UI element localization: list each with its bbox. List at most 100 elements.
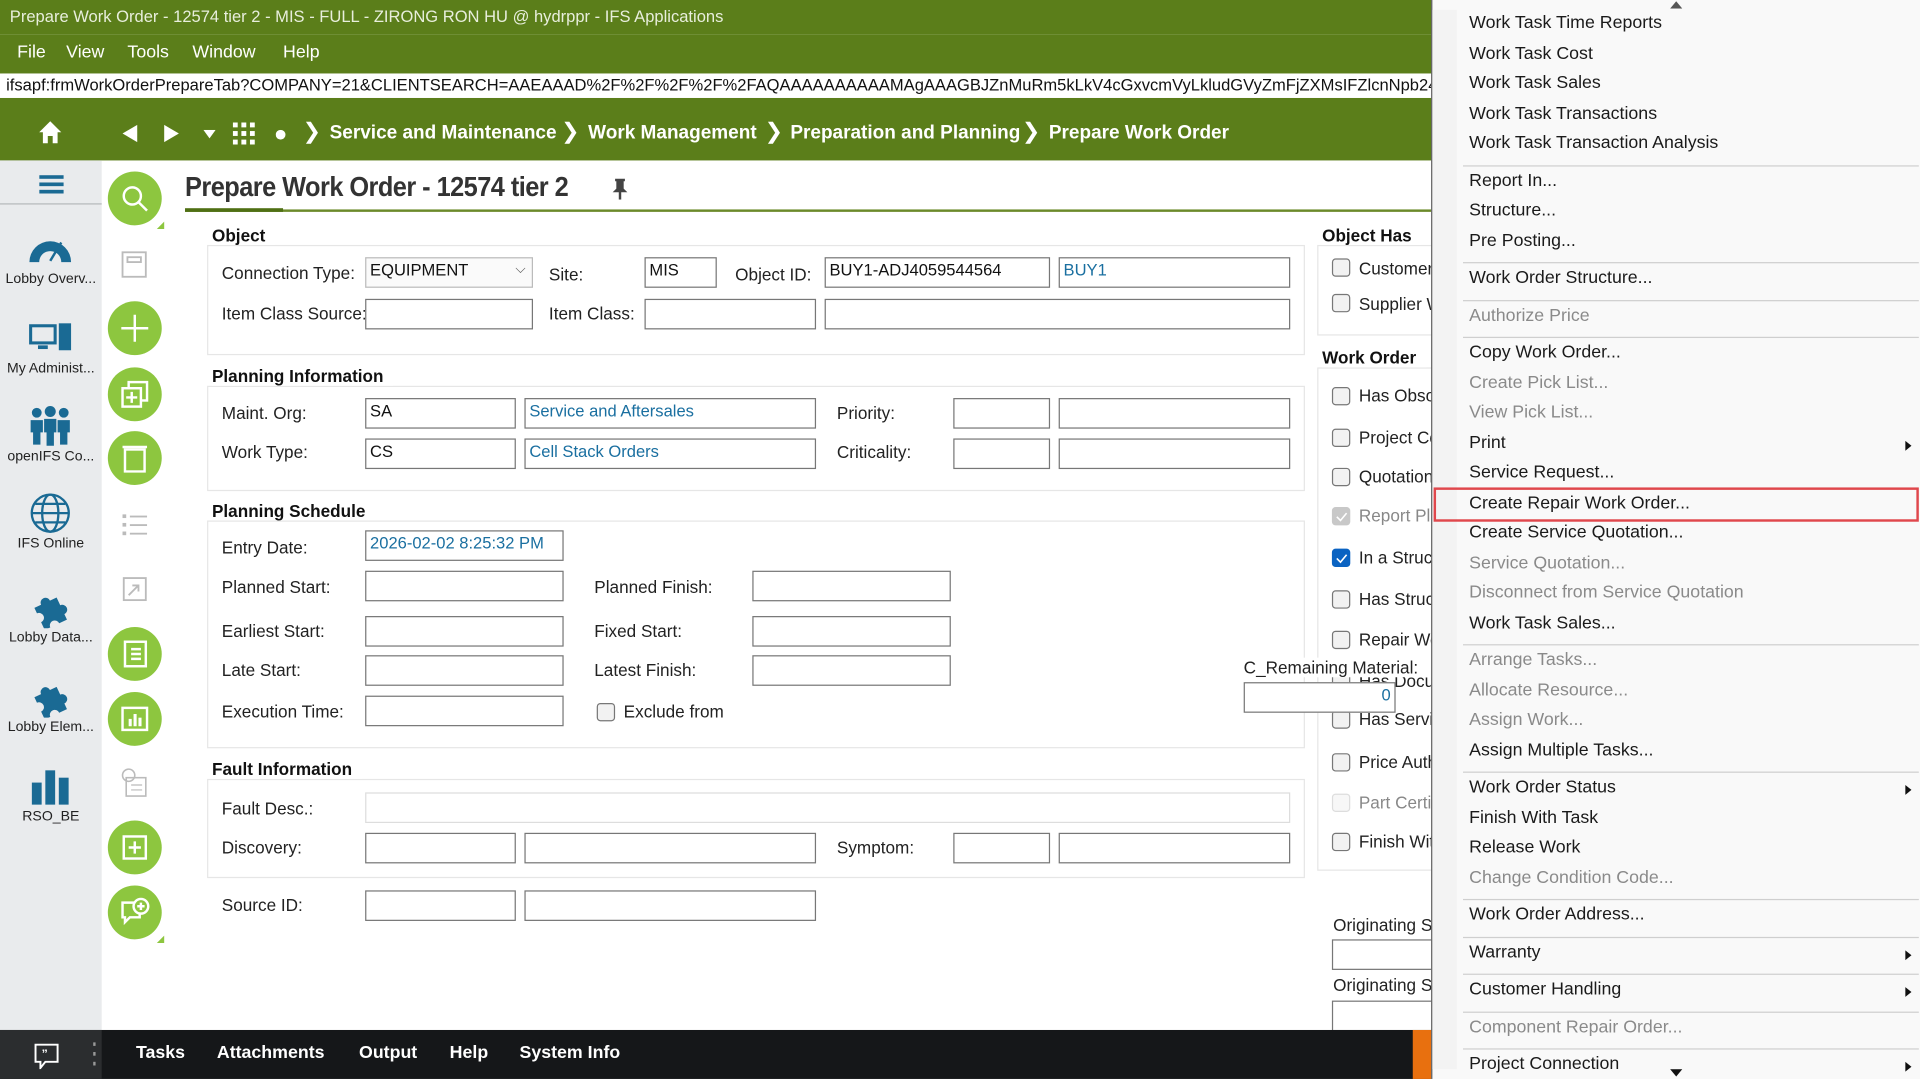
list-icon[interactable] (120, 509, 149, 538)
site-input[interactable]: MIS (644, 257, 717, 288)
details-button[interactable] (107, 627, 162, 681)
scroll-down-icon[interactable] (1670, 1069, 1683, 1077)
planned-finish-input[interactable] (752, 570, 951, 602)
criticality-input[interactable] (953, 438, 1051, 470)
drag-handle-icon[interactable] (93, 1042, 98, 1066)
maint-org-input[interactable]: SA (365, 398, 516, 429)
work-order-checkbox[interactable] (1331, 428, 1351, 448)
sidebar-item-my-administration[interactable]: My Administ... (0, 317, 102, 376)
home-icon[interactable] (38, 120, 63, 144)
planned-start-input[interactable] (365, 570, 564, 602)
breadcrumb-service-and-maintenance[interactable]: Service and Maintenance (330, 122, 557, 144)
menu-item-work-task-time-reports[interactable]: Work Task Time Reports (1469, 13, 1662, 33)
symptom-input[interactable] (953, 832, 1051, 864)
originating-input-1[interactable] (1331, 939, 1443, 970)
chat-icon[interactable]: ” (33, 1042, 60, 1070)
source-id-description-field[interactable] (524, 890, 817, 921)
add-comment-button[interactable] (107, 885, 162, 940)
work-order-checkbox[interactable] (1331, 753, 1351, 772)
menu-help[interactable]: Help (283, 43, 320, 63)
menu-item-structure[interactable]: Structure... (1469, 201, 1556, 221)
discovery-description-field[interactable] (524, 832, 817, 864)
info-document-icon[interactable] (120, 768, 149, 797)
discovery-input[interactable] (365, 832, 516, 864)
tab-tasks[interactable]: Tasks (136, 1043, 185, 1063)
breadcrumb-preparation-and-planning[interactable]: Preparation and Planning (790, 122, 1020, 144)
menu-window[interactable]: Window (192, 43, 255, 63)
sidebar-item-ifs-online[interactable]: IFS Online (0, 492, 102, 551)
menu-item-service-request[interactable]: Service Request... (1469, 463, 1614, 483)
tab-output[interactable]: Output (359, 1043, 417, 1063)
menu-view[interactable]: View (66, 43, 104, 63)
sidebar-item-lobby-data[interactable]: Lobby Data... (0, 587, 102, 645)
sidebar-item-lobby-overview[interactable]: Lobby Overv... (0, 228, 102, 287)
duplicate-button[interactable] (107, 367, 162, 422)
work-order-checkbox[interactable] (1331, 832, 1351, 852)
sidebar-item-rso-be[interactable]: RSO_BE (0, 765, 102, 824)
tab-attachments[interactable]: Attachments (217, 1043, 325, 1063)
menu-item-work-order-address[interactable]: Work Order Address... (1469, 905, 1644, 925)
menu-item-finish-with-task[interactable]: Finish With Task (1469, 808, 1598, 828)
object-id-input[interactable]: BUY1-ADJ4059544564 (824, 257, 1051, 288)
criticality-description-field[interactable] (1058, 438, 1291, 470)
menu-item-work-task-cost[interactable]: Work Task Cost (1469, 43, 1593, 63)
apps-grid-icon[interactable] (232, 122, 255, 145)
late-start-input[interactable] (365, 655, 564, 686)
menu-item-work-task-transactions[interactable]: Work Task Transactions (1469, 103, 1657, 123)
sidebar-item-lobby-elements[interactable]: Lobby Elem... (0, 676, 102, 735)
delete-button[interactable] (107, 431, 162, 485)
menu-item-project-connection[interactable]: Project Connection (1469, 1054, 1619, 1074)
customer-checkbox[interactable] (1331, 258, 1351, 277)
notification-tab[interactable] (1412, 1029, 1432, 1079)
menu-item-assign-multiple-tasks[interactable]: Assign Multiple Tasks... (1469, 740, 1653, 760)
work-order-checkbox[interactable] (1331, 590, 1351, 609)
menu-item-release-work[interactable]: Release Work (1469, 838, 1580, 858)
new-button[interactable] (107, 301, 162, 356)
menu-item-work-task-transaction-analysis[interactable]: Work Task Transaction Analysis (1469, 133, 1718, 153)
menu-item-work-task-sales[interactable]: Work Task Sales (1469, 73, 1601, 93)
entry-date-input[interactable]: 2026-02-02 8:25:32 PM (365, 530, 564, 561)
work-order-checkbox[interactable] (1331, 467, 1351, 487)
menu-item-print[interactable]: Print (1469, 433, 1506, 453)
object-description-field[interactable]: BUY1 (1058, 257, 1291, 288)
sidebar-item-openifs[interactable]: openIFS Co... (0, 405, 102, 464)
analysis-button[interactable] (107, 691, 162, 746)
work-type-input[interactable]: CS (365, 438, 516, 470)
menu-item-work-order-structure[interactable]: Work Order Structure... (1469, 268, 1652, 288)
menu-tools[interactable]: Tools (127, 43, 168, 63)
fault-desc-input[interactable] (365, 792, 1291, 823)
address-input[interactable]: ifsapf:frmWorkOrderPrepareTab?COMPANY=21… (2, 73, 1432, 98)
exclude-checkbox[interactable] (596, 702, 616, 722)
hamburger-menu-icon[interactable] (39, 175, 64, 194)
scroll-up-icon[interactable] (1670, 1, 1683, 9)
earliest-start-input[interactable] (365, 616, 564, 647)
work-order-checkbox[interactable] (1331, 630, 1351, 650)
menu-item-pre-posting[interactable]: Pre Posting... (1469, 231, 1576, 251)
item-class-source-input[interactable] (365, 298, 534, 330)
menu-item-work-order-status[interactable]: Work Order Status (1469, 778, 1616, 798)
work-order-checkbox[interactable] (1331, 387, 1351, 406)
search-button[interactable] (107, 171, 162, 226)
breadcrumb-prepare-work-order[interactable]: Prepare Work Order (1049, 122, 1229, 144)
pin-icon[interactable] (611, 178, 628, 200)
fixed-start-input[interactable] (752, 616, 951, 647)
back-icon[interactable] (120, 124, 140, 144)
originating-input-2[interactable] (1331, 1000, 1443, 1032)
menu-file[interactable]: File (17, 43, 46, 63)
menu-item-warranty[interactable]: Warranty (1469, 942, 1540, 962)
tab-help[interactable]: Help (450, 1043, 489, 1063)
item-class-input[interactable] (644, 298, 817, 330)
history-dropdown-icon[interactable] (203, 129, 216, 140)
remaining-material-input[interactable]: 0 (1243, 682, 1396, 713)
priority-input[interactable] (953, 398, 1051, 429)
latest-finish-input[interactable] (752, 655, 951, 686)
menu-item-report-in[interactable]: Report In... (1469, 171, 1557, 191)
priority-description-field[interactable] (1058, 398, 1291, 429)
work-order-checkbox[interactable] (1331, 548, 1351, 568)
source-id-input[interactable] (365, 890, 516, 921)
add-document-button[interactable] (107, 820, 162, 875)
work-order-checkbox[interactable] (1331, 710, 1351, 729)
symptom-description-field[interactable] (1058, 832, 1291, 864)
expand-icon[interactable] (120, 574, 149, 603)
menu-item-copy-work-order[interactable]: Copy Work Order... (1469, 343, 1621, 363)
